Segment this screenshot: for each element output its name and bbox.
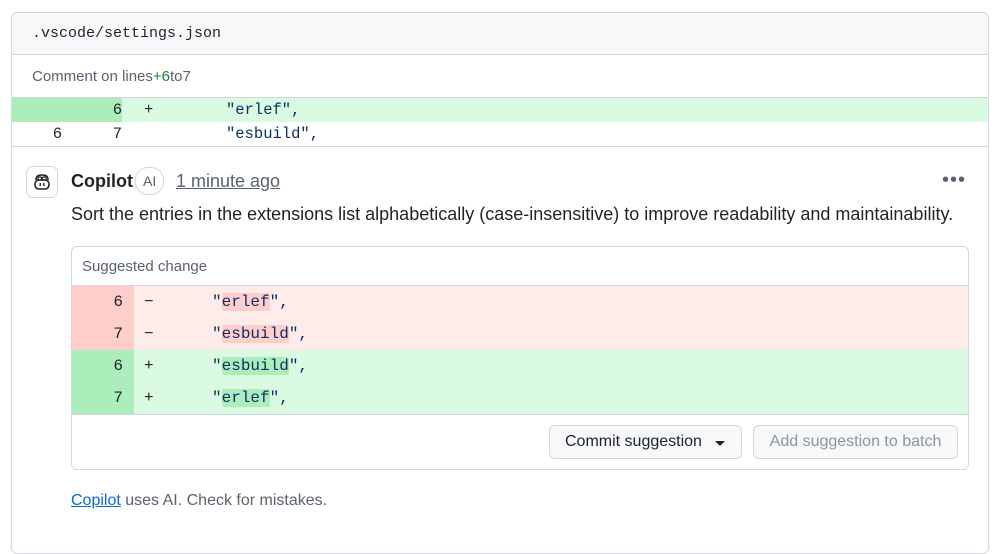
chevron-down-icon[interactable] — [715, 441, 725, 446]
diff-sign: + — [144, 389, 154, 407]
suggestion-line-deleted: 6 − "erlef", — [72, 286, 968, 318]
suggestion-actions: Commit suggestion Add suggestion to batc… — [72, 414, 968, 469]
add-to-batch-label: Add suggestion to batch — [769, 433, 942, 450]
suggestion-line-added: 7 + "erlef", — [72, 382, 968, 414]
comment-author[interactable]: Copilot — [71, 171, 133, 192]
suggestion-line-deleted: 7 − "esbuild", — [72, 318, 968, 350]
line-number: 6 — [72, 286, 134, 318]
diff-sign: + — [144, 101, 154, 119]
line-number: 7 — [72, 318, 134, 350]
new-line-number: 6 — [62, 98, 122, 122]
suggested-change-title: Suggested change — [72, 247, 968, 286]
comment-lines-end: 7 — [182, 67, 191, 85]
commit-suggestion-label: Commit suggestion — [565, 433, 702, 450]
add-to-batch-button[interactable]: Add suggestion to batch — [753, 425, 958, 459]
copilot-link[interactable]: Copilot — [71, 492, 121, 509]
suggestion-line-added: 6 + "esbuild", — [72, 350, 968, 382]
ai-badge: AI — [135, 167, 165, 195]
commit-suggestion-button[interactable]: Commit suggestion — [549, 425, 742, 459]
comment-body: Sort the entries in the extensions list … — [71, 204, 954, 224]
comment-lines-prefix: Comment on lines — [32, 67, 153, 85]
copilot-icon[interactable] — [26, 166, 58, 198]
line-number: 6 — [72, 350, 134, 382]
suggestion-code: "erlef", — [212, 389, 289, 407]
suggestion-code: "esbuild", — [212, 325, 309, 343]
diff-code: "erlef", — [226, 101, 301, 119]
diff-sign: − — [144, 293, 154, 311]
diff-code: "esbuild", — [226, 125, 320, 143]
diff-context: 6 + "erlef", 6 7 "esbuild", — [12, 98, 988, 147]
diff-line-context: 6 7 "esbuild", — [12, 122, 988, 146]
diff-sign: + — [144, 357, 154, 375]
comment-lines-middle: to — [170, 67, 183, 85]
suggestion-code: "esbuild", — [212, 357, 309, 375]
review-comment-card: .vscode/settings.json Comment on lines +… — [11, 12, 989, 554]
comment-lines-start: +6 — [152, 67, 170, 85]
more-options-icon[interactable]: ••• — [942, 169, 966, 192]
suggestion-code: "erlef", — [212, 293, 289, 311]
old-line-number: 6 — [52, 125, 62, 143]
diff-line-added: 6 + "erlef", — [12, 98, 988, 122]
file-path-header[interactable]: .vscode/settings.json — [12, 13, 988, 55]
suggested-change-box: Suggested change 6 − "erlef", 7 − "esbui… — [71, 246, 969, 470]
review-comment: Copilot AI 1 minute ago ••• Sort the ent… — [12, 147, 988, 527]
comment-lines-label: Comment on lines +6 to 7 — [12, 55, 988, 98]
old-line-number — [12, 98, 62, 122]
ai-disclaimer: Copilot uses AI. Check for mistakes. — [71, 492, 327, 510]
comment-timestamp[interactable]: 1 minute ago — [176, 171, 280, 192]
file-path[interactable]: .vscode/settings.json — [32, 25, 221, 42]
line-number: 7 — [72, 382, 134, 414]
diff-sign: − — [144, 325, 154, 343]
new-line-number: 7 — [112, 125, 122, 143]
disclaimer-text: uses AI. Check for mistakes. — [120, 492, 328, 509]
